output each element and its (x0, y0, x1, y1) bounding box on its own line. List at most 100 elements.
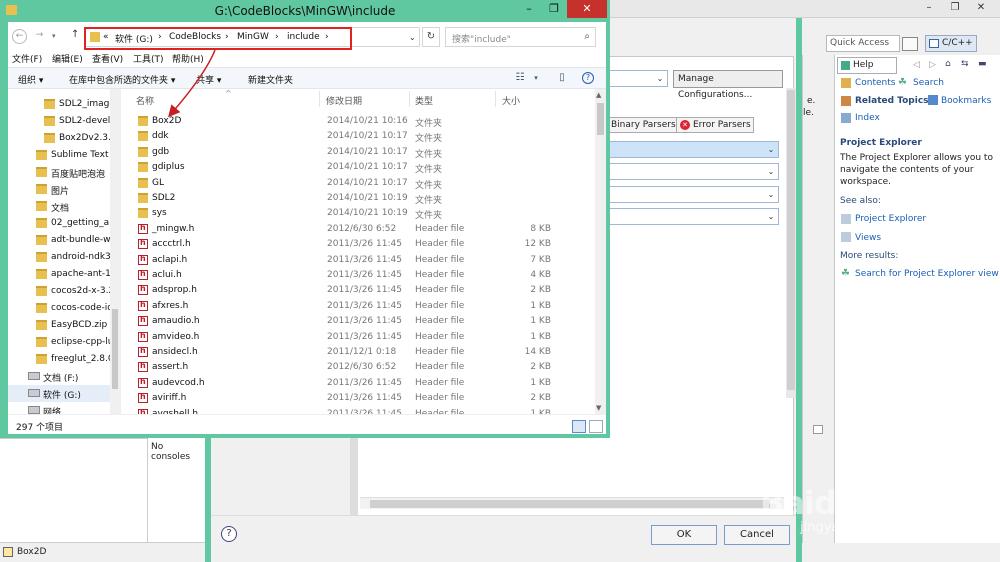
nav-item[interactable]: Box2Dv2.3.1 (8, 130, 120, 147)
nav-item[interactable]: 02_getting_an (8, 215, 120, 232)
related-topics-link[interactable]: Related Topics (855, 96, 929, 106)
view-dropdown-icon[interactable]: ▾ (530, 72, 542, 84)
nav-item[interactable]: android-ndk3 (8, 249, 120, 266)
eclipse-maximize-icon[interactable]: ❐ (942, 0, 968, 16)
builder-combo[interactable]: ⌄ (606, 141, 779, 158)
menu-edit[interactable]: 编辑(E) (52, 52, 83, 65)
navigation-scrollbar[interactable] (110, 89, 120, 414)
file-row[interactable]: ddk 2014/10/21 10:17 文件夹 (121, 129, 595, 144)
help-minimize-icon[interactable]: ▬ (978, 59, 988, 69)
file-row[interactable]: GL 2014/10/21 10:17 文件夹 (121, 176, 595, 191)
open-perspective-icon[interactable] (902, 37, 918, 51)
properties-vertical-scrollbar[interactable] (786, 88, 796, 398)
recent-dropdown-icon[interactable]: ▾ (52, 32, 56, 40)
help-sync-icon[interactable]: ⇆ (961, 59, 971, 69)
scroll-down-icon[interactable]: ▼ (596, 404, 601, 412)
close-icon[interactable]: ✕ (567, 0, 607, 18)
file-row[interactable]: adsprop.h 2011/3/26 11:45 Header file 2 KB (121, 283, 595, 298)
address-dropdown-icon[interactable]: ⌄ (409, 33, 416, 42)
help-contents-link[interactable]: Contents (855, 78, 895, 88)
share-button[interactable]: 共享 ▾ (196, 73, 221, 86)
maximize-icon[interactable]: ❐ (541, 0, 567, 18)
nav-item[interactable]: SDL2-devel- (8, 113, 120, 130)
file-row[interactable]: ansidecl.h 2011/12/1 0:18 Header file 14 KB (121, 345, 595, 360)
file-row[interactable]: aviriff.h 2011/3/26 11:45 Header file 2 KB (121, 391, 595, 406)
file-row[interactable]: accctrl.h 2011/3/26 11:45 Header file 12 KB (121, 237, 595, 252)
file-row[interactable]: amaudio.h 2011/3/26 11:45 Header file 1 KB (121, 314, 595, 329)
help-icon[interactable]: ? (582, 72, 594, 84)
nav-item[interactable]: apache-ant-1. (8, 266, 120, 283)
column-divider[interactable] (495, 91, 496, 107)
nav-item[interactable]: 文档 (F:) (8, 368, 120, 385)
nav-item[interactable]: EasyBCD.zip (8, 317, 120, 334)
index-link[interactable]: Index (855, 113, 880, 123)
scroll-thumb[interactable] (370, 500, 770, 508)
scroll-up-icon[interactable]: ▲ (596, 91, 601, 99)
help-back-icon[interactable]: ◁ (913, 60, 923, 70)
include-in-library-button[interactable]: 在库中包含所选的文件夹 ▾ (69, 73, 175, 86)
tab-binary-parsers[interactable]: Binary Parsers (608, 117, 678, 133)
eclipse-minimize-icon[interactable]: – (916, 0, 942, 16)
nav-item[interactable]: eclipse-cpp-lu (8, 334, 120, 351)
help-search-link[interactable]: Search (913, 78, 944, 88)
column-date[interactable]: 修改日期 (326, 94, 362, 107)
nav-item[interactable]: freeglut_2.8.0. (8, 351, 120, 368)
column-divider[interactable] (319, 91, 320, 107)
ok-button[interactable]: OK (651, 525, 717, 545)
manage-configurations-button[interactable]: Manage Configurations... (673, 70, 783, 100)
nav-item[interactable]: cocos2d-x-3.2 (8, 283, 120, 300)
file-row[interactable]: gdiplus 2014/10/21 10:17 文件夹 (121, 160, 595, 175)
configuration-combo[interactable]: ⌄ (606, 70, 668, 87)
column-size[interactable]: 大小 (502, 94, 520, 107)
scroll-thumb[interactable] (112, 309, 118, 389)
menu-file[interactable]: 文件(F) (12, 52, 42, 65)
forward-icon[interactable]: → (32, 29, 47, 44)
file-row[interactable]: gdb 2014/10/21 10:17 文件夹 (121, 145, 595, 160)
quick-access-input[interactable]: Quick Access (826, 35, 900, 52)
search-input[interactable]: 搜索"include" ⌕ (445, 27, 596, 47)
minimize-view-icon[interactable] (813, 425, 823, 434)
file-list-scrollbar[interactable]: ▲ ▼ (595, 89, 606, 414)
column-type[interactable]: 类型 (415, 94, 433, 107)
file-row[interactable]: assert.h 2012/6/30 6:52 Header file 2 KB (121, 360, 595, 375)
file-row[interactable]: aclui.h 2011/3/26 11:45 Header file 4 KB (121, 268, 595, 283)
column-divider[interactable] (409, 91, 410, 107)
file-row[interactable]: SDL2 2014/10/21 10:19 文件夹 (121, 191, 595, 206)
menu-view[interactable]: 查看(V) (92, 52, 123, 65)
help-question-icon[interactable]: ? (221, 526, 237, 542)
properties-horizontal-scrollbar[interactable] (360, 497, 784, 509)
back-icon[interactable]: ← (12, 29, 27, 44)
cpp-perspective-button[interactable]: C/C++ (925, 35, 977, 52)
file-row[interactable]: _mingw.h 2012/6/30 6:52 Header file 8 KB (121, 222, 595, 237)
nav-item[interactable]: 百度贴吧泡泡 (8, 164, 120, 181)
bookmarks-link[interactable]: Bookmarks (941, 96, 991, 106)
nav-item[interactable]: 文档 (8, 198, 120, 215)
minimize-icon[interactable]: – (516, 0, 542, 18)
preview-pane-icon[interactable]: ▯ (556, 72, 568, 84)
see-also-project-explorer-link[interactable]: Project Explorer (855, 214, 926, 224)
option-combo-3[interactable]: ⌄ (606, 208, 779, 225)
menu-tools[interactable]: 工具(T) (133, 52, 164, 65)
help-forward-icon[interactable]: ▷ (929, 60, 939, 70)
nav-item[interactable]: 软件 (G:) (8, 385, 120, 402)
file-row[interactable]: avgshell.h2011/3/26 11:45Header file1 KB (121, 407, 595, 414)
sash[interactable] (350, 438, 358, 518)
see-also-views-link[interactable]: Views (855, 233, 881, 243)
nav-item[interactable]: cocos-code-id (8, 300, 120, 317)
nav-item[interactable]: 图片 (8, 181, 120, 198)
eclipse-close-icon[interactable]: ✕ (968, 0, 994, 16)
nav-item[interactable]: 网络 (8, 402, 120, 414)
nav-item[interactable]: SDL2_image (8, 96, 120, 113)
file-row[interactable]: audevcod.h 2011/3/26 11:45 Header file 1 KB (121, 376, 595, 391)
file-row[interactable]: aclapi.h 2011/3/26 11:45 Header file 7 KB (121, 253, 595, 268)
option-combo-1[interactable]: ⌄ (606, 163, 779, 180)
new-folder-button[interactable]: 新建文件夹 (248, 73, 293, 86)
scroll-thumb[interactable] (787, 90, 795, 390)
scroll-thumb[interactable] (597, 103, 604, 135)
file-row[interactable]: sys 2014/10/21 10:19 文件夹 (121, 206, 595, 221)
help-tab[interactable]: Help (837, 57, 897, 74)
nav-item[interactable]: adt-bundle-w (8, 232, 120, 249)
search-for-project-explorer-link[interactable]: Search for Project Explorer view (855, 269, 999, 279)
file-row[interactable]: amvideo.h 2011/3/26 11:45 Header file 1 KB (121, 330, 595, 345)
details-view-icon[interactable] (572, 420, 586, 433)
